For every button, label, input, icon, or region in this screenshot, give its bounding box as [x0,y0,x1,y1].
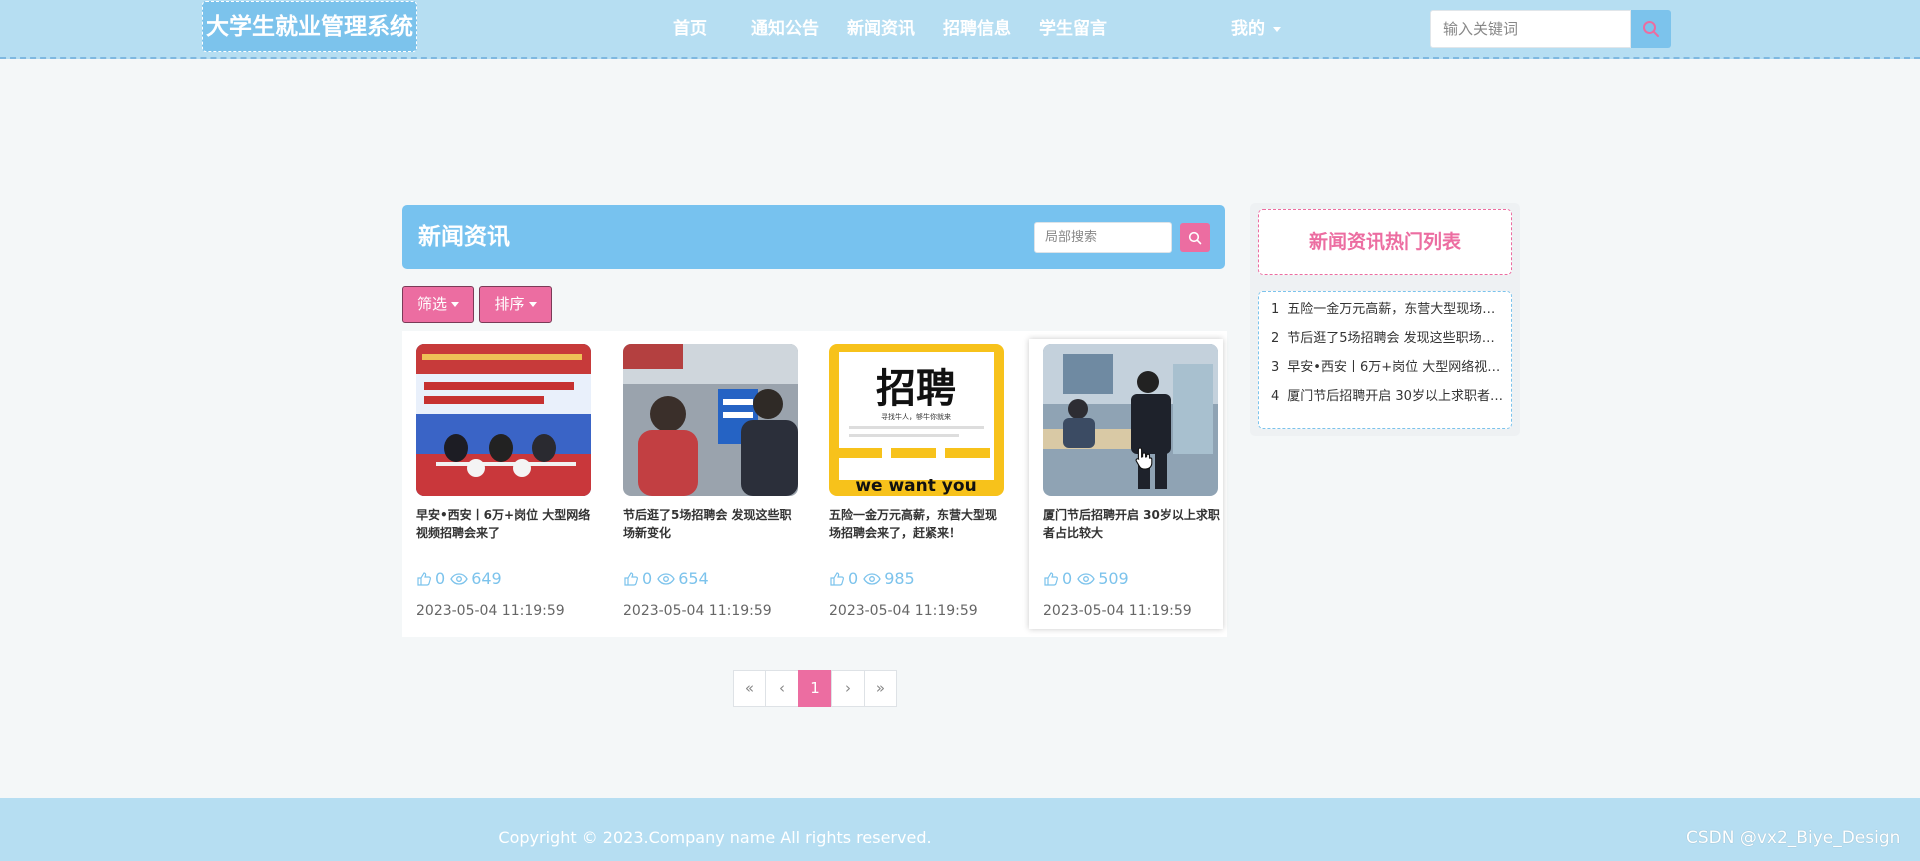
page-footer: Copyright © 2023.Company name All rights… [0,798,1920,861]
search-button[interactable] [1631,10,1671,48]
hot-news-item[interactable]: 1 五险一金万元高薪，东营大型现场招聘会来了，赶紧来！ [1271,300,1503,320]
sort-label: 排序 [494,295,525,313]
site-brand[interactable]: 大学生就业管理系统 [202,1,417,52]
news-stats: 0 985 [829,569,920,589]
nav-messages[interactable]: 学生留言 [1039,18,1107,40]
hot-news-item[interactable]: 3 早安•西安丨6万+岗位 大型网络视频招聘会来了 [1271,358,1503,378]
eye-icon [450,573,468,585]
eye-icon [863,573,881,585]
hot-news-index: 4 [1271,389,1280,404]
hot-news-title: 早安•西安丨6万+岗位 大型网络视频招聘会来了 [1287,360,1503,375]
sort-dropdown[interactable]: 排序 [479,286,552,323]
news-image [1043,344,1218,496]
news-title[interactable]: 节后逛了5场招聘会 发现这些职场新变化 [623,506,800,542]
news-list: 早安•西安丨6万+岗位 大型网络视频招聘会来了 0 649 2023-05-04… [402,331,1227,637]
local-search-button[interactable] [1180,223,1210,252]
hot-news-index: 1 [1271,302,1280,317]
top-navbar: 大学生就业管理系统 首页 通知公告 新闻资讯 招聘信息 学生留言 我的 [0,0,1920,59]
page-title: 新闻资讯 [418,224,510,250]
news-stats: 0 654 [623,569,714,589]
view-count: 654 [678,569,709,588]
news-image [623,344,798,496]
search-input[interactable] [1430,10,1631,48]
nav-mine-dropdown[interactable]: 我的 [1231,18,1281,40]
like-count: 0 [435,569,446,588]
hot-news-item[interactable]: 2 节后逛了5场招聘会 发现这些职场新变化 [1271,329,1503,349]
hot-news-title: 厦门节后招聘开启 30岁以上求职者占比较大 [1287,389,1503,404]
poster-subtitle: 寻找牛人，够牛你就来 [881,412,951,421]
nav-jobs[interactable]: 招聘信息 [943,18,1011,40]
thumbs-up-icon [1044,572,1058,586]
hot-news-title: 节后逛了5场招聘会 发现这些职场新变化 [1287,331,1503,346]
view-count: 509 [1098,569,1129,588]
news-title[interactable]: 厦门节后招聘开启 30岁以上求职者占比较大 [1043,506,1220,542]
thumbs-up-icon [830,572,844,586]
nav-mine-label: 我的 [1231,19,1265,39]
filter-label: 筛选 [416,295,447,313]
view-count: 649 [471,569,502,588]
page-prev-button[interactable]: ‹ [765,670,799,707]
search-icon [1643,21,1659,37]
thumbs-up-icon [624,572,638,586]
page-first-button[interactable]: « [733,670,766,707]
caret-down-icon [1273,26,1281,32]
news-stats: 0 649 [416,569,507,589]
view-count: 985 [884,569,915,588]
like-count: 0 [848,569,859,588]
like-count: 0 [642,569,653,588]
caret-down-icon [451,302,459,307]
like-count: 0 [1062,569,1073,588]
hand-cursor-icon [1135,447,1153,470]
thumbs-up-icon [417,572,431,586]
poster-headline: 招聘 [876,366,956,412]
news-card[interactable]: 节后逛了5场招聘会 发现这些职场新变化 0 654 2023-05-04 11:… [609,339,798,629]
news-card[interactable]: 招聘 寻找牛人，够牛你就来 we want you 五险一金万元高薪，东营大型现… [815,339,1004,629]
news-section-header: 新闻资讯 [402,205,1225,269]
search-icon [1188,231,1202,244]
hot-news-sidebar: 新闻资讯热门列表 1 五险一金万元高薪，东营大型现场招聘会来了，赶紧来！ 2 节后逛… [1250,203,1520,436]
news-image [416,344,591,496]
local-search-input[interactable] [1034,222,1172,253]
news-date: 2023-05-04 11:19:59 [1043,603,1192,619]
page-last-button[interactable]: » [864,670,897,707]
news-title[interactable]: 早安•西安丨6万+岗位 大型网络视频招聘会来了 [416,506,593,542]
filter-dropdown[interactable]: 筛选 [402,286,474,323]
copyright-text: Copyright © 2023.Company name All rights… [498,828,932,847]
news-date: 2023-05-04 11:19:59 [623,603,772,619]
nav-notices[interactable]: 通知公告 [751,18,819,40]
hot-news-item[interactable]: 4 厦门节后招聘开启 30岁以上求职者占比较大 [1271,387,1503,407]
page-current[interactable]: 1 [798,670,832,707]
hot-news-index: 2 [1271,331,1280,346]
news-title[interactable]: 五险一金万元高薪，东营大型现场招聘会来了，赶紧来！ [829,506,1006,542]
news-card[interactable]: 厦门节后招聘开启 30岁以上求职者占比较大 0 509 2023-05-04 1… [1029,339,1223,629]
nav-home[interactable]: 首页 [673,18,707,40]
news-date: 2023-05-04 11:19:59 [416,603,565,619]
eye-icon [1077,573,1095,585]
hot-news-title: 五险一金万元高薪，东营大型现场招聘会来了，赶紧来！ [1287,302,1503,317]
hot-news-index: 3 [1271,360,1280,375]
nav-news[interactable]: 新闻资讯 [847,18,915,40]
watermark-text: CSDN @vx2_Biye_Design [1686,828,1901,848]
news-stats: 0 509 [1043,569,1134,589]
eye-icon [657,573,675,585]
news-date: 2023-05-04 11:19:59 [829,603,978,619]
hot-news-list: 1 五险一金万元高薪，东营大型现场招聘会来了，赶紧来！ 2 节后逛了5场招聘会 发现… [1258,291,1512,429]
page-next-button[interactable]: › [831,670,865,707]
news-image: 招聘 寻找牛人，够牛你就来 we want you [829,344,1004,496]
news-card[interactable]: 早安•西安丨6万+岗位 大型网络视频招聘会来了 0 649 2023-05-04… [402,339,591,629]
caret-down-icon [528,302,537,307]
sidebar-title: 新闻资讯热门列表 [1258,209,1512,275]
poster-slogan: we want you [855,476,976,496]
